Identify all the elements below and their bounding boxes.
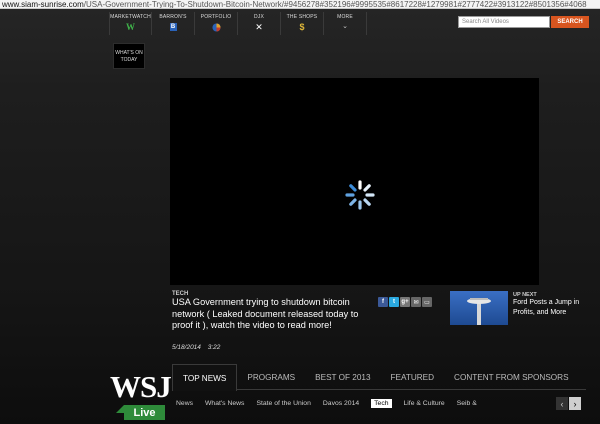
twitter-icon[interactable]: t [389, 297, 399, 307]
subnav-state-of-the-union[interactable]: State of the Union [256, 400, 310, 407]
marketwatch-logo-icon: W [126, 22, 135, 32]
subnav-arrows: ‹ › [556, 397, 581, 410]
chevron-right-icon[interactable]: › [569, 397, 581, 410]
story-headline[interactable]: USA Government trying to shutdown bitcoi… [172, 297, 372, 332]
up-next-thumbnail[interactable] [450, 291, 508, 325]
tab-content-from-sponsors[interactable]: CONTENT FROM SPONSORS [444, 364, 578, 390]
subnav-whats-news[interactable]: What's News [205, 400, 244, 407]
embed-icon[interactable]: ▭ [422, 297, 432, 307]
google-plus-icon[interactable]: g+ [400, 297, 410, 307]
subnav-life-culture[interactable]: Life & Culture [404, 400, 445, 407]
address-bar[interactable]: www.siam-sunrise.com/USA-Government-Tryi… [0, 0, 600, 9]
nav-more[interactable]: MORE ⌄ [324, 12, 367, 35]
nav-label: DJX [253, 14, 265, 20]
barrons-logo-icon: B [169, 23, 177, 31]
portfolio-pie-icon [211, 22, 221, 32]
nav-portfolio[interactable]: PORTFOLIO [195, 12, 238, 35]
story-date: 5/18/2014 [172, 344, 201, 351]
story-dateline: 5/18/2014 3:22 [172, 344, 225, 351]
nav-barrons[interactable]: BARRON'S B [152, 12, 195, 35]
tab-top-news[interactable]: TOP NEWS [172, 364, 238, 391]
nav-label: MORE [337, 14, 353, 20]
sub-nav: News What's News State of the Union Davo… [172, 395, 584, 411]
whats-on-today-button[interactable]: WHAT'S ON TODAY [113, 43, 145, 69]
email-icon[interactable]: ✉ [411, 297, 421, 307]
nav-label: MARKETWATCH [110, 14, 151, 20]
wsj-logo: WSJ [110, 369, 172, 404]
tab-programs[interactable]: PROGRAMS [237, 364, 305, 390]
url-path: /USA-Government-Trying-To-Shutdown-Bitco… [83, 0, 587, 9]
subnav-seib[interactable]: Seib & [457, 400, 477, 407]
top-nav: MARKETWATCH W BARRON'S B PORTFOLIO DJX ✕… [109, 12, 367, 35]
tab-best-of-2013[interactable]: BEST OF 2013 [305, 364, 380, 390]
story-time: 3:22 [207, 344, 221, 351]
subnav-davos-2014[interactable]: Davos 2014 [323, 400, 359, 407]
djx-x-icon: ✕ [255, 22, 263, 32]
loading-spinner-icon [345, 180, 375, 210]
nav-label: THE SHOPS [286, 14, 318, 20]
facebook-icon[interactable]: f [378, 297, 388, 307]
nav-marketwatch[interactable]: MARKETWATCH W [109, 12, 152, 35]
nav-label: BARRON'S [159, 14, 187, 20]
shops-dollar-icon: $ [299, 22, 305, 32]
chevron-left-icon[interactable]: ‹ [556, 397, 568, 410]
up-next-title[interactable]: Ford Posts a Jump in Profits, and More [513, 298, 583, 318]
nav-djx[interactable]: DJX ✕ [238, 12, 281, 35]
search-input[interactable]: Search All Videos [458, 16, 550, 28]
nav-label: PORTFOLIO [200, 14, 232, 20]
subnav-news[interactable]: News [176, 400, 193, 407]
live-badge-corner [116, 405, 124, 413]
search-button[interactable]: SEARCH [551, 16, 589, 28]
subnav-tech[interactable]: Tech [371, 398, 392, 408]
nav-the-shops[interactable]: THE SHOPS $ [281, 12, 324, 35]
tab-featured[interactable]: FEATURED [381, 364, 445, 390]
live-badge: Live [124, 405, 165, 420]
chevron-down-icon: ⌄ [342, 23, 348, 30]
url-host: www.siam-sunrise.com [2, 0, 84, 9]
share-icons: f t g+ ✉ ▭ [378, 297, 432, 307]
section-tabs: TOP NEWS PROGRAMS BEST OF 2013 FEATURED … [172, 364, 586, 391]
